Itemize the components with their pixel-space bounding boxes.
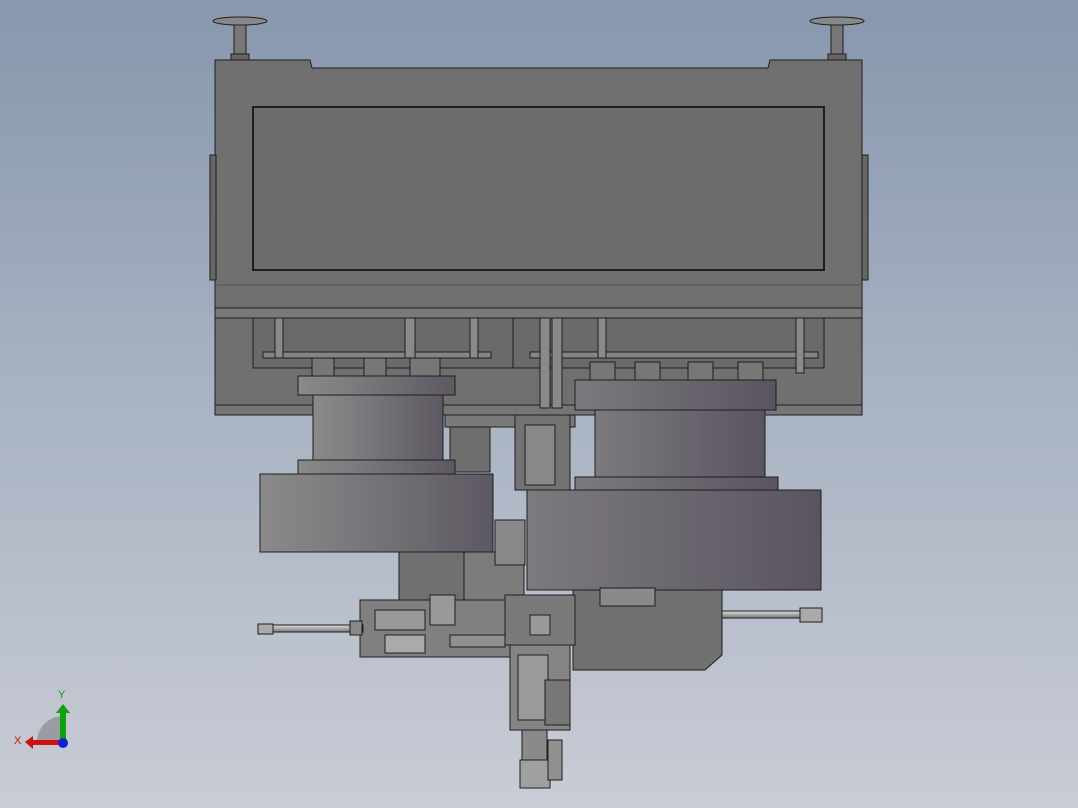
right-guide-rod	[721, 607, 823, 623]
orientation-triad: Y X	[14, 689, 70, 749]
x-axis-label: X	[14, 735, 22, 747]
leveling-foot-right	[809, 16, 865, 62]
cad-viewport[interactable]: Y X	[0, 0, 1078, 808]
left-guide-rod	[257, 620, 364, 636]
z-axis-dot	[58, 738, 68, 748]
y-axis-label: Y	[58, 689, 66, 701]
y-axis-arrow	[60, 712, 66, 742]
x-axis-arrow	[32, 740, 62, 745]
leveling-foot-left	[212, 16, 268, 62]
main-frame	[209, 59, 869, 416]
machine-assembly[interactable]	[209, 16, 869, 789]
